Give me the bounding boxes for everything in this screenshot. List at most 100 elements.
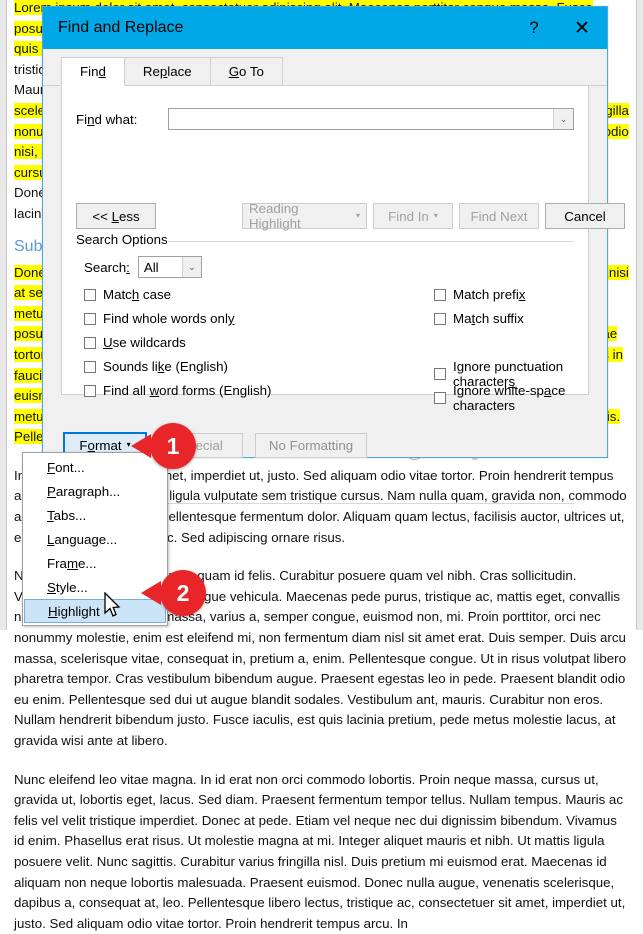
chevron-down-icon: ▾: [126, 440, 131, 449]
menu-item-frame[interactable]: Frame...: [23, 551, 167, 575]
find-in-button[interactable]: Find In ▾: [373, 203, 453, 229]
menu-label: Paragraph...: [47, 484, 120, 499]
checkbox-box[interactable]: [434, 368, 446, 380]
find-what-label: Find what:: [76, 112, 168, 127]
label-post: aragraph...: [55, 483, 121, 499]
find-what-combobox[interactable]: ⌄: [168, 108, 574, 130]
search-scope-select[interactable]: All ⌄: [137, 256, 202, 278]
checkbox-match-suffix[interactable]: Match suffix: [434, 311, 524, 326]
label-pre: F: [79, 437, 88, 453]
checkbox-box[interactable]: [84, 288, 96, 301]
checkbox-label: Find whole words only: [103, 311, 235, 326]
find-in-label: Find In: [388, 208, 429, 224]
checkbox-ignore-whitespace[interactable]: Ignore white-space characters: [434, 383, 588, 413]
dialog-title-bar[interactable]: Find and Replace ? ✕: [43, 7, 607, 49]
checkbox-box[interactable]: [434, 392, 446, 404]
command-button-row: << Less Reading Highlight ▾ Find In ▾ Find…: [76, 201, 625, 231]
accel-char: L: [111, 208, 119, 224]
cancel-button[interactable]: Cancel: [545, 203, 625, 229]
accel-char: T: [47, 507, 54, 523]
accel-char: x: [518, 287, 526, 302]
find-what-label-post: d what:: [94, 111, 138, 127]
reading-highlight-button[interactable]: Reading Highlight ▾: [242, 201, 367, 231]
checkbox-label: Ignore white-space characters: [453, 383, 588, 413]
label-post: se wildcards: [112, 335, 186, 350]
checkbox-box[interactable]: [84, 312, 96, 325]
menu-label: Language...: [47, 532, 117, 547]
accel-char: H: [48, 603, 58, 619]
callout-2: 2: [141, 570, 206, 616]
checkbox-match-prefix[interactable]: Match prefix: [434, 287, 525, 302]
checkbox-find-whole-words-only[interactable]: Find whole words only: [84, 311, 235, 326]
accel-char: o: [87, 437, 95, 453]
less-button[interactable]: << Less: [76, 203, 156, 229]
search-options-group: Search Options: [76, 232, 574, 247]
checkbox-sounds-like[interactable]: Sounds like (English): [84, 359, 228, 374]
accel-char: y: [227, 311, 235, 326]
label-pre: Find all: [103, 383, 150, 398]
find-what-input[interactable]: [169, 109, 553, 129]
search-scope-row: Search: All ⌄: [84, 256, 202, 278]
label-post: case: [139, 287, 172, 302]
tab-goto-label: Go To: [228, 64, 264, 79]
accel-char: S: [47, 579, 56, 595]
menu-item-paragraph[interactable]: Paragraph...: [23, 479, 167, 503]
label-post: ighlight: [57, 603, 100, 619]
menu-label: Tabs...: [47, 508, 86, 523]
dialog-tabs: Find Replace Go To: [43, 57, 607, 86]
checkbox-box[interactable]: [84, 336, 96, 349]
callout-bubble: 1: [131, 423, 196, 469]
label-pre: Ignore white-sp: [453, 383, 544, 398]
less-label-pre: <<: [92, 208, 112, 224]
less-label: << Less: [92, 209, 139, 224]
label-pre: Sounds li: [103, 359, 158, 374]
label-pre: Fra: [47, 555, 67, 571]
document-left-margin: [0, 0, 7, 630]
callout-bubble: 2: [141, 570, 206, 616]
callout-1: 1: [131, 423, 196, 469]
label-pre: Match prefi: [453, 287, 519, 302]
menu-item-language[interactable]: Language...: [23, 527, 167, 551]
label-post: rmat: [94, 437, 122, 453]
chevron-down-icon[interactable]: ⌄: [553, 109, 573, 129]
search-scope-label-text: Search: [84, 259, 127, 275]
find-next-button[interactable]: Find Next: [459, 203, 539, 229]
tab-goto[interactable]: Go To: [209, 57, 283, 86]
accel-char: m: [66, 555, 79, 571]
group-divider: [168, 241, 574, 242]
menu-item-tabs[interactable]: Tabs...: [23, 503, 167, 527]
checkbox-find-all-word-forms[interactable]: Find all word forms (English): [84, 383, 272, 398]
checkbox-box[interactable]: [434, 312, 446, 325]
checkbox-box[interactable]: [84, 384, 96, 397]
no-formatting-button[interactable]: No Formatting: [255, 433, 367, 458]
label-pre: Ma: [453, 311, 472, 326]
callout-tail: [141, 581, 161, 605]
checkbox-box[interactable]: [434, 288, 446, 301]
accel-char: G: [228, 64, 240, 79]
accel-char: d: [98, 64, 106, 79]
accel-char: p: [159, 64, 168, 79]
label-post: e...: [78, 555, 97, 571]
tab-replace[interactable]: Replace: [123, 57, 211, 86]
callout-number: 2: [176, 579, 190, 606]
callout-number: 1: [166, 432, 180, 459]
checkbox-box[interactable]: [84, 360, 96, 373]
less-label-post: ess: [118, 208, 140, 224]
tab-find[interactable]: Find: [61, 57, 125, 86]
search-scope-value: All: [143, 259, 159, 275]
checkbox-label: Use wildcards: [103, 335, 186, 350]
format-label: Format: [79, 438, 121, 453]
menu-item-font[interactable]: Font...: [23, 455, 167, 479]
label-post: ord forms (English): [159, 383, 272, 398]
checkbox-label: Match case: [103, 287, 171, 302]
reading-highlight-label: Reading Highlight: [249, 201, 301, 231]
help-icon[interactable]: ?: [511, 7, 557, 49]
checkbox-match-case[interactable]: Match case: [84, 287, 171, 302]
checkbox-use-wildcards[interactable]: Use wildcards: [84, 335, 186, 350]
tab-find-label: Find: [80, 64, 106, 79]
chevron-down-icon: ▾: [355, 211, 360, 220]
search-scope-label: Search:: [84, 260, 130, 275]
label-post: anguage...: [54, 531, 118, 547]
chevron-down-icon: ▾: [433, 211, 438, 220]
close-icon[interactable]: ✕: [557, 7, 607, 49]
